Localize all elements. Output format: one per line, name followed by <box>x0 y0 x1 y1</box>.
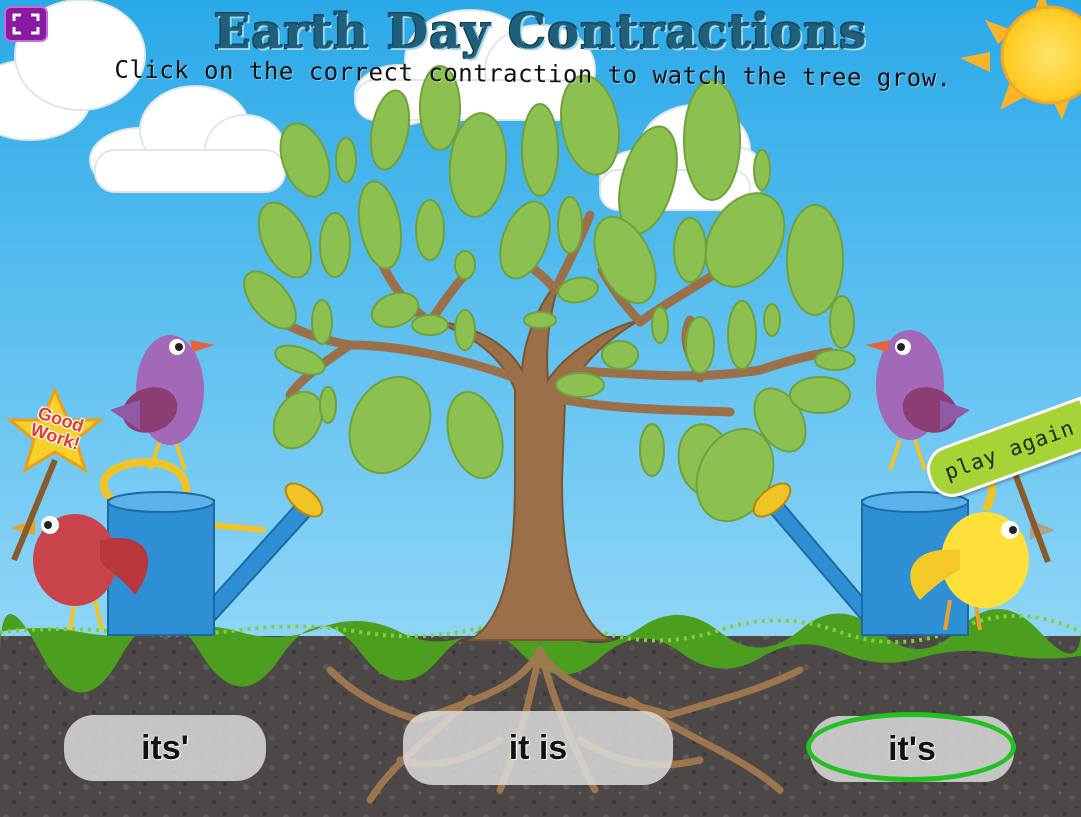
answer-button-its-apostrophe[interactable]: its' <box>64 715 266 781</box>
game-stage: Earth Day Contractions Click on the corr… <box>0 0 1081 817</box>
answer-label: it's <box>888 729 936 768</box>
fullscreen-icon <box>12 13 40 35</box>
answer-label: it is <box>508 728 568 767</box>
scene-artwork <box>0 0 1081 817</box>
answer-button-its[interactable]: it's <box>810 716 1014 782</box>
answer-label: its' <box>141 728 189 767</box>
answer-button-it-is[interactable]: it is <box>403 711 673 785</box>
game-title: Earth Day Contractions <box>213 4 868 60</box>
fullscreen-button[interactable] <box>4 6 48 42</box>
